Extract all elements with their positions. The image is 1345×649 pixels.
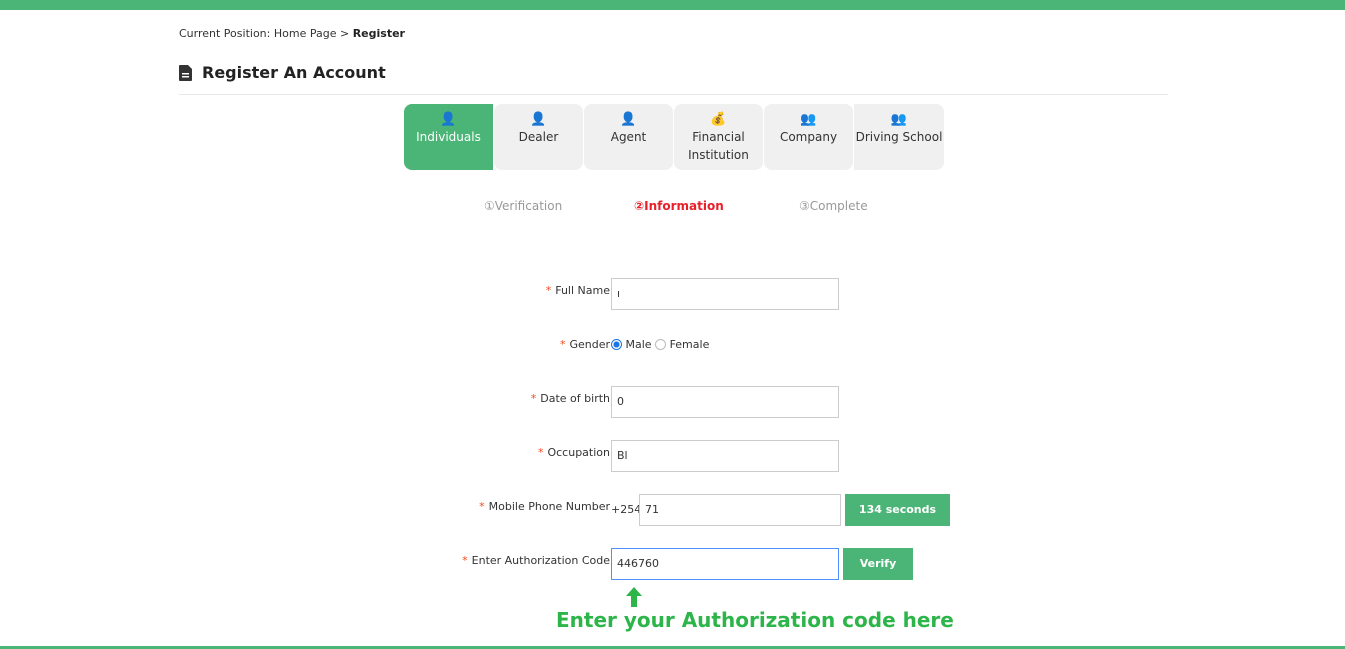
male-label[interactable]: Male <box>626 338 652 351</box>
tab-label: Dealer <box>518 130 559 144</box>
businessman-icon: 👤 <box>530 112 547 127</box>
tab-dealer[interactable]: 👤 Dealer <box>494 104 583 170</box>
tab-individuals[interactable]: 👤 Individuals <box>404 104 493 170</box>
full-name-label: * Full Name <box>546 284 610 297</box>
occupation-label: * Occupation <box>538 446 610 459</box>
step-complete: ③Complete <box>799 199 868 213</box>
required-mark: * <box>530 392 537 405</box>
tab-label: Company <box>779 130 838 144</box>
group-icon: 👥 <box>800 112 817 127</box>
label-text: Occupation <box>547 446 610 459</box>
tab-agent[interactable]: 👤 Agent <box>584 104 673 170</box>
gender-radio-group: Male Female <box>611 338 709 351</box>
tab-financial-institution[interactable]: 💰 Financial Institution <box>674 104 763 170</box>
label-text: Gender <box>569 338 610 351</box>
required-mark: * <box>537 446 544 459</box>
dob-input[interactable]: 0 <box>611 386 839 418</box>
tab-label: Agent <box>610 130 647 144</box>
user-icon: 👤 <box>440 112 457 127</box>
breadcrumb-current: Register <box>352 27 405 40</box>
phone-input[interactable]: 71 <box>639 494 841 526</box>
breadcrumb: Current Position: Home Page > Register <box>179 27 405 40</box>
group-icon: 👥 <box>890 112 908 127</box>
tab-driving-school[interactable]: 👥 Driving School <box>854 104 944 170</box>
dob-label: * Date of birth <box>531 392 610 405</box>
phone-prefix: +254 <box>611 503 642 516</box>
tab-company[interactable]: 👥 Company <box>764 104 853 170</box>
breadcrumb-separator: > <box>339 27 350 40</box>
required-mark: * <box>462 554 468 567</box>
tab-label: Driving School <box>855 130 943 144</box>
top-bar <box>0 0 1345 10</box>
page-title: Register An Account <box>179 63 386 82</box>
agent-icon: 👤 <box>620 112 637 127</box>
breadcrumb-home[interactable]: Home Page <box>274 27 337 40</box>
occupation-input[interactable]: Bl <box>611 440 839 472</box>
label-text: Mobile Phone Number <box>488 500 610 513</box>
arrow-up-icon <box>626 587 642 607</box>
step-verification: ①Verification <box>484 199 563 213</box>
auth-code-input[interactable]: 446760 <box>611 548 839 580</box>
verify-button[interactable]: Verify <box>843 548 913 580</box>
gender-label: * Gender <box>560 338 610 351</box>
female-label[interactable]: Female <box>670 338 710 351</box>
auth-code-label: * Enter Authorization Code <box>462 554 610 567</box>
tab-label: Financial Institution <box>688 130 749 162</box>
label-text: Date of birth <box>540 392 610 405</box>
required-mark: * <box>479 500 485 513</box>
tab-label: Individuals <box>416 130 481 144</box>
required-mark: * <box>559 338 566 351</box>
required-mark: * <box>545 284 552 297</box>
annotation-text: Enter your Authorization code here <box>556 608 954 632</box>
phone-label: * Mobile Phone Number <box>479 500 610 513</box>
page-title-text: Register An Account <box>202 63 386 82</box>
label-text: Enter Authorization Code <box>471 554 610 567</box>
divider <box>179 94 1168 95</box>
female-radio[interactable] <box>655 339 667 350</box>
resend-countdown-button[interactable]: 134 seconds <box>845 494 950 526</box>
breadcrumb-prefix: Current Position: <box>179 27 271 40</box>
step-information: ②Information <box>634 199 724 213</box>
full-name-input[interactable]: ı <box>611 278 839 310</box>
male-radio[interactable] <box>611 339 622 350</box>
money-bag-icon: 💰 <box>710 112 727 127</box>
document-icon <box>179 64 192 81</box>
label-text: Full Name <box>555 284 610 297</box>
